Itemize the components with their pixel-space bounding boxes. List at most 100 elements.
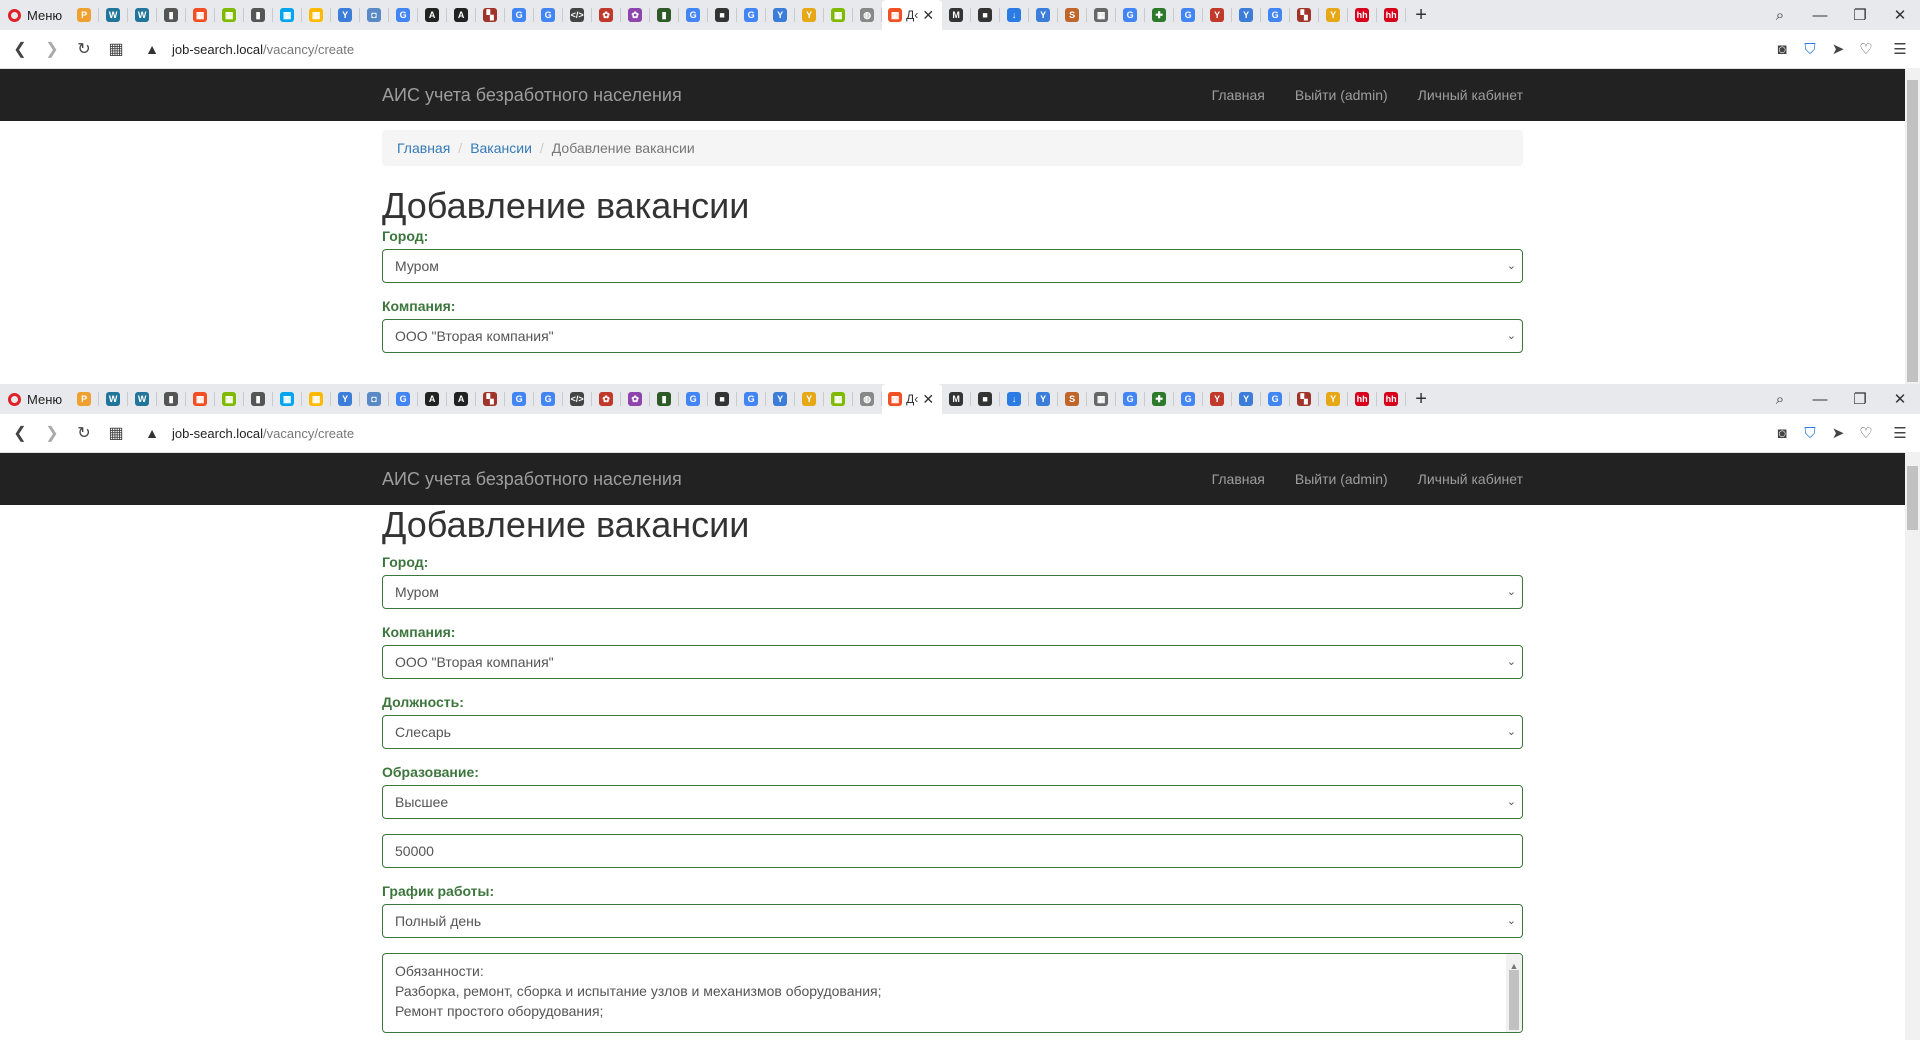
new-tab-button[interactable]: + [1406,388,1436,411]
browser-tab[interactable]: A [447,0,475,30]
restore-icon[interactable]: ❐ [1840,6,1880,24]
browser-tab[interactable]: hh [1348,384,1376,414]
browser-tab[interactable]: Y [1232,0,1260,30]
site-brand[interactable]: АИС учета безработного населения [382,69,682,121]
minimize-icon[interactable]: — [1800,391,1840,408]
browser-tab[interactable]: ▚ [476,384,504,414]
company-select[interactable]: ООО "Вторая компания" ⌄ [382,319,1523,353]
browser-tab[interactable]: G [1261,0,1289,30]
browser-tab[interactable]: ▦ [273,0,301,30]
browser-tab[interactable]: Y [1029,384,1057,414]
nav-account-link[interactable]: Личный кабинет [1403,453,1523,505]
browser-tab[interactable]: hh [1377,384,1405,414]
close-window-icon[interactable]: ✕ [1880,390,1920,408]
heart-icon[interactable]: ♡ [1852,424,1880,442]
education-select[interactable]: Высшее ⌄ [382,785,1523,819]
restore-icon[interactable]: ❐ [1840,390,1880,408]
browser-tab[interactable]: G [1116,0,1144,30]
schedule-select[interactable]: Полный день ⌄ [382,904,1523,938]
browser-tab[interactable]: hh [1377,0,1405,30]
browser-tab[interactable]: ◍ [853,384,881,414]
browser-tab[interactable]: G [389,384,417,414]
close-window-icon[interactable]: ✕ [1880,6,1920,24]
camera-icon[interactable]: ◙ [1768,425,1796,442]
active-tab[interactable]: ▦ Д‹ ✕ [882,384,943,414]
browser-tab[interactable]: ▦ [302,384,330,414]
browser-tab[interactable]: ↓ [1000,384,1028,414]
browser-tab[interactable]: </> [563,384,591,414]
browser-tab[interactable]: W [99,384,127,414]
tabs-grid-icon[interactable]: ▦ [100,39,132,59]
browser-tab[interactable]: G [1174,384,1202,414]
browser-tab[interactable]: ▮ [244,0,272,30]
browser-tab[interactable]: ◘ [360,0,388,30]
browser-tab[interactable]: ▦ [1087,0,1115,30]
opera-menu-button[interactable]: Меню [0,0,70,30]
browser-tab[interactable]: ✿ [592,384,620,414]
shield-icon[interactable]: ⛉ [1796,41,1824,58]
breadcrumb-vacancies-link[interactable]: Вакансии [470,140,532,156]
send-icon[interactable]: ➤ [1824,40,1852,58]
nav-account-link[interactable]: Личный кабинет [1403,69,1523,121]
browser-tab[interactable]: ▦ [824,384,852,414]
browser-tab[interactable]: Y [795,384,823,414]
browser-tab[interactable]: Y [1319,384,1347,414]
browser-tab[interactable]: ■ [708,384,736,414]
browser-tab[interactable]: G [505,0,533,30]
scrollbar-thumb[interactable] [1907,80,1918,382]
browser-tab[interactable]: ▮ [650,0,678,30]
browser-tab[interactable]: A [447,384,475,414]
scrollbar-thumb[interactable] [1907,466,1918,530]
browser-tab[interactable]: ▮ [157,384,185,414]
minimize-icon[interactable]: — [1800,7,1840,24]
position-select[interactable]: Слесарь ⌄ [382,715,1523,749]
browser-tab[interactable]: ▮ [157,0,185,30]
browser-tab[interactable]: Y [1319,0,1347,30]
browser-tab[interactable]: G [534,0,562,30]
browser-tab[interactable]: S [1058,0,1086,30]
send-icon[interactable]: ➤ [1824,424,1852,442]
browser-tab[interactable]: ▦ [186,384,214,414]
page-scrollbar[interactable] [1905,68,1920,384]
city-select[interactable]: Муром ⌄ [382,575,1523,609]
browser-tab[interactable]: ✿ [592,0,620,30]
browser-tab[interactable]: Y [766,384,794,414]
browser-tab[interactable]: G [505,384,533,414]
browser-tab[interactable]: ▦ [186,0,214,30]
back-icon[interactable]: ❮ [4,423,36,443]
browser-tab[interactable]: G [737,0,765,30]
browser-tab[interactable]: G [679,0,707,30]
url-field[interactable]: job-search.local/vacancy/create [172,426,354,441]
site-brand[interactable]: АИС учета безработного населения [382,453,682,505]
browser-tab[interactable]: W [99,0,127,30]
browser-tab[interactable]: ▦ [302,0,330,30]
reload-icon[interactable]: ↻ [68,423,100,443]
forward-icon[interactable]: ❯ [36,423,68,443]
browser-tab[interactable]: W [128,0,156,30]
browser-tab[interactable]: Y [795,0,823,30]
browser-tab[interactable]: ▚ [476,0,504,30]
active-tab[interactable]: ▦ Д‹ ✕ [882,0,943,30]
heart-icon[interactable]: ♡ [1852,40,1880,58]
browser-tab[interactable]: Y [1203,0,1231,30]
browser-tab[interactable]: Y [331,384,359,414]
textarea-scrollbar-thumb[interactable] [1509,970,1519,1030]
browser-tab[interactable]: hh [1348,0,1376,30]
camera-icon[interactable]: ◙ [1768,41,1796,58]
browser-tab[interactable]: G [1174,0,1202,30]
forward-icon[interactable]: ❯ [36,39,68,59]
description-textarea[interactable]: Обязанности: Разборка, ремонт, сборка и … [382,953,1523,1033]
insecure-warning-icon[interactable]: ▲ [140,425,164,441]
back-icon[interactable]: ❮ [4,39,36,59]
nav-home-link[interactable]: Главная [1197,453,1280,505]
browser-tab[interactable]: ▮ [650,384,678,414]
browser-tab[interactable]: ▮ [244,384,272,414]
browser-tab[interactable]: G [534,384,562,414]
nav-home-link[interactable]: Главная [1197,69,1280,121]
browser-tab[interactable]: ■ [708,0,736,30]
browser-tab[interactable]: M [942,0,970,30]
browser-tab[interactable]: G [1261,384,1289,414]
salary-input[interactable]: 50000 [382,834,1523,868]
browser-tab[interactable]: G [679,384,707,414]
browser-tab[interactable]: Y [1029,0,1057,30]
